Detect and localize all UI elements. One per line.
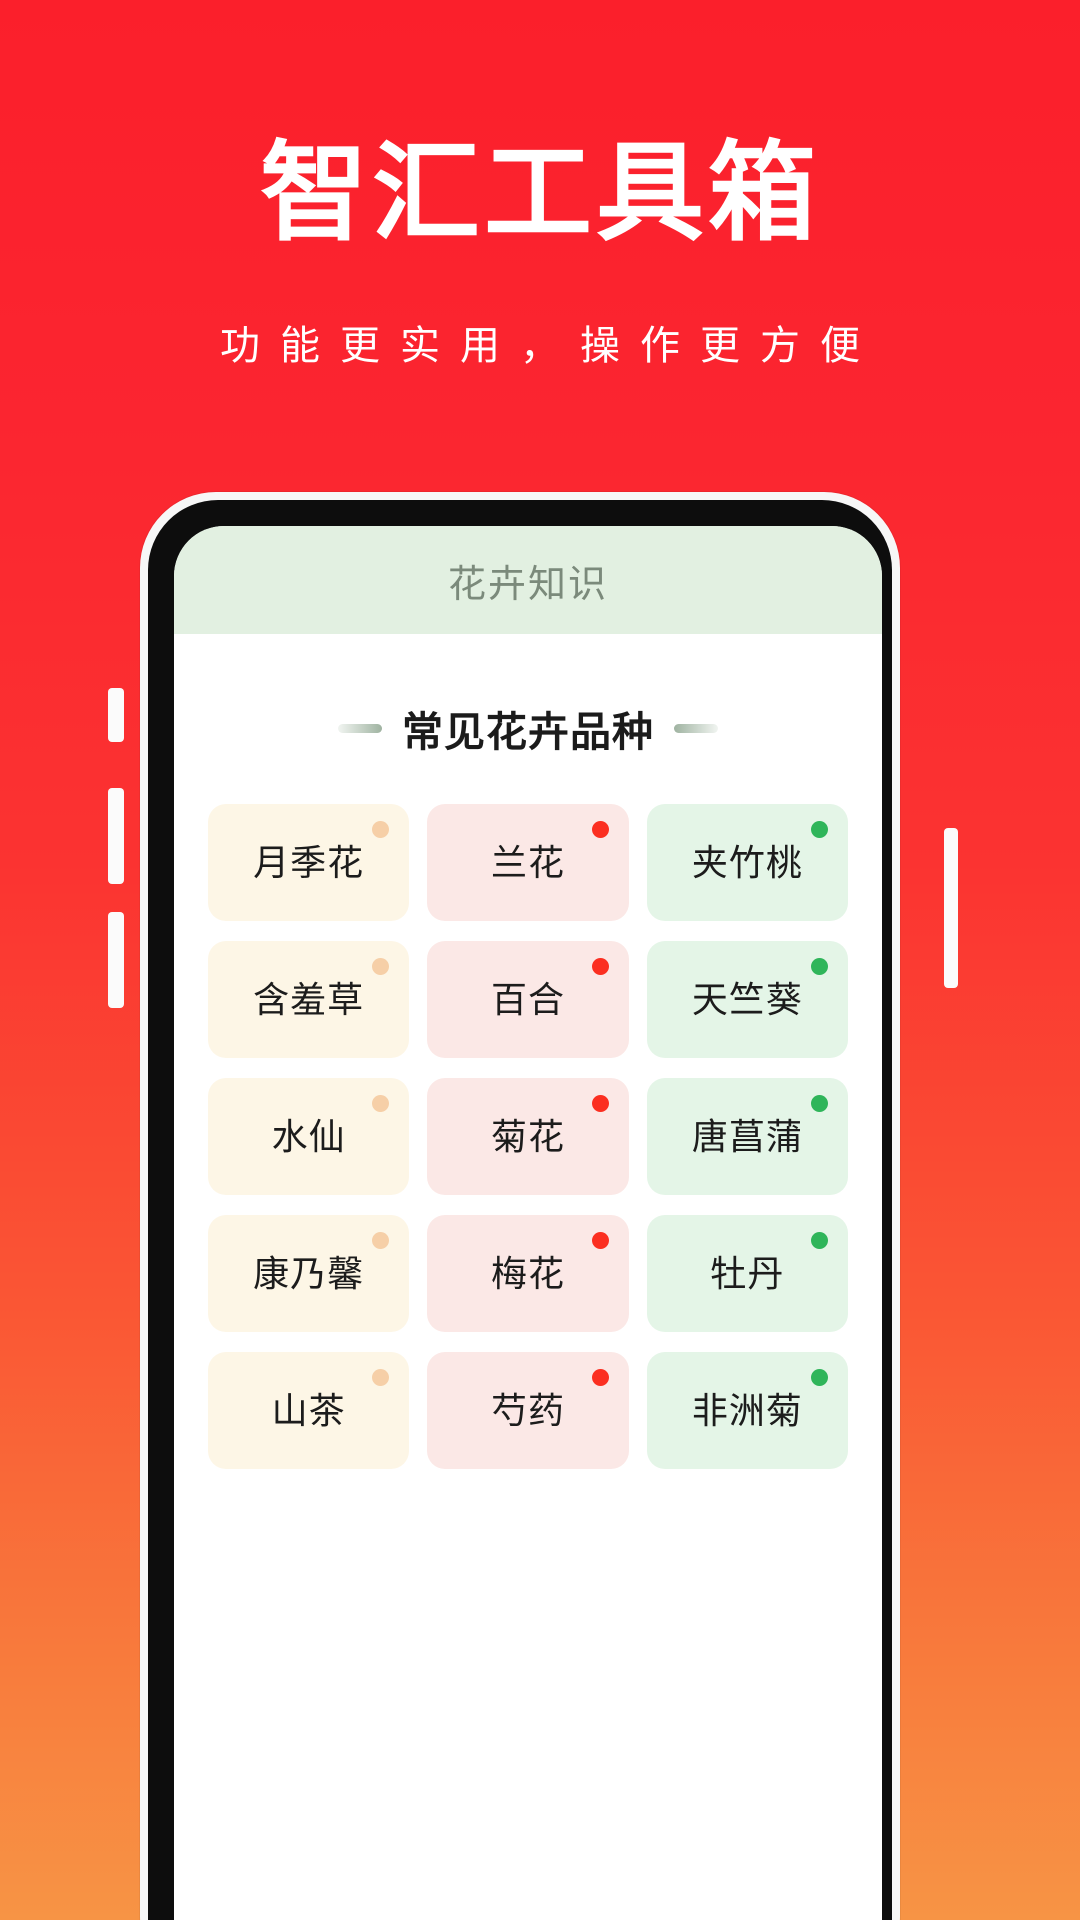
status-dot-icon [591,1369,609,1386]
heading-dash-left-icon [338,723,382,733]
app-body: 常见花卉品种 月季花 兰花 夹竹桃含羞草 百合 天竺葵水仙 菊花 唐菖蒲康乃馨 梅花 牡丹山茶 芍… [174,634,882,1920]
status-dot-icon [591,958,609,975]
promo-title: 智汇工具箱 [259,132,820,253]
flower-card[interactable]: 菊花 [427,1078,629,1195]
phone-mute-switch[interactable] [108,688,124,742]
flower-card-label: 梅花 [490,1252,565,1294]
section-heading: 常见花卉品种 [208,634,848,804]
flower-card-label: 百合 [490,978,565,1020]
app-header-title: 花卉知识 [447,563,608,606]
flower-card-label: 芍药 [490,1389,565,1431]
phone-bezel: 花卉知识 常见花卉品种 月季花 兰花 夹竹桃含羞草 百合 天竺葵水仙 菊花 唐菖蒲康乃馨 梅花… [148,500,892,1920]
status-dot-icon [591,821,609,838]
flower-card[interactable]: 芍药 [427,1352,629,1469]
flower-card[interactable]: 夹竹桃 [646,804,848,921]
flower-card-label: 夹竹桃 [691,841,803,883]
status-dot-icon [810,1369,828,1386]
phone-screen: 花卉知识 常见花卉品种 月季花 兰花 夹竹桃含羞草 百合 天竺葵水仙 菊花 唐菖蒲康乃馨 梅花… [174,526,882,1920]
flower-card[interactable]: 百合 [427,941,629,1058]
flower-card-label: 天竺葵 [691,978,803,1020]
status-dot-icon [810,1232,828,1249]
flower-card[interactable]: 兰花 [427,804,629,921]
flower-card-label: 康乃馨 [253,1252,365,1294]
heading-dash-right-icon [674,723,718,733]
phone-volume-up-button[interactable] [108,788,124,884]
phone-outer-shell: 花卉知识 常见花卉品种 月季花 兰花 夹竹桃含羞草 百合 天竺葵水仙 菊花 唐菖蒲康乃馨 梅花… [140,492,900,1920]
phone-mockup: 花卉知识 常见花卉品种 月季花 兰花 夹竹桃含羞草 百合 天竺葵水仙 菊花 唐菖蒲康乃馨 梅花… [108,492,958,1920]
promo-screenshot: 智汇工具箱 功能更实用，操作更方便 花卉知识 常见花卉品种 月季花 兰花 夹竹桃… [0,0,1080,1920]
app-header: 花卉知识 [174,526,882,634]
status-dot-icon [372,1369,390,1386]
flower-card-label: 唐菖蒲 [691,1115,803,1157]
flower-card[interactable]: 康乃馨 [208,1215,410,1332]
flower-card[interactable]: 牡丹 [646,1215,848,1332]
section-heading-text: 常见花卉品种 [402,709,654,755]
status-dot-icon [810,1095,828,1112]
flower-card-label: 山茶 [271,1389,346,1431]
flower-card-label: 菊花 [490,1115,565,1157]
status-dot-icon [810,821,828,838]
flower-card-label: 水仙 [271,1115,346,1157]
status-dot-icon [591,1095,609,1112]
flower-card[interactable]: 山茶 [208,1352,410,1469]
status-dot-icon [810,958,828,975]
flower-card-grid: 月季花 兰花 夹竹桃含羞草 百合 天竺葵水仙 菊花 唐菖蒲康乃馨 梅花 牡丹山茶 芍药 非洲菊 [208,804,848,1469]
status-dot-icon [372,821,390,838]
flower-card-label: 牡丹 [710,1252,785,1294]
phone-power-button[interactable] [944,828,958,988]
status-dot-icon [372,1095,390,1112]
flower-card-label: 兰花 [490,841,565,883]
status-dot-icon [372,1232,390,1249]
flower-card[interactable]: 非洲菊 [646,1352,848,1469]
flower-card[interactable]: 梅花 [427,1215,629,1332]
promo-subtitle: 功能更实用，操作更方便 [220,324,880,368]
flower-card[interactable]: 含羞草 [208,941,410,1058]
flower-card[interactable]: 月季花 [208,804,410,921]
flower-card-label: 含羞草 [253,978,365,1020]
phone-volume-down-button[interactable] [108,912,124,1008]
status-dot-icon [372,958,390,975]
flower-card-label: 非洲菊 [691,1389,803,1431]
flower-card[interactable]: 唐菖蒲 [646,1078,848,1195]
flower-card[interactable]: 水仙 [208,1078,410,1195]
flower-card-label: 月季花 [253,841,365,883]
status-dot-icon [591,1232,609,1249]
flower-card[interactable]: 天竺葵 [646,941,848,1058]
